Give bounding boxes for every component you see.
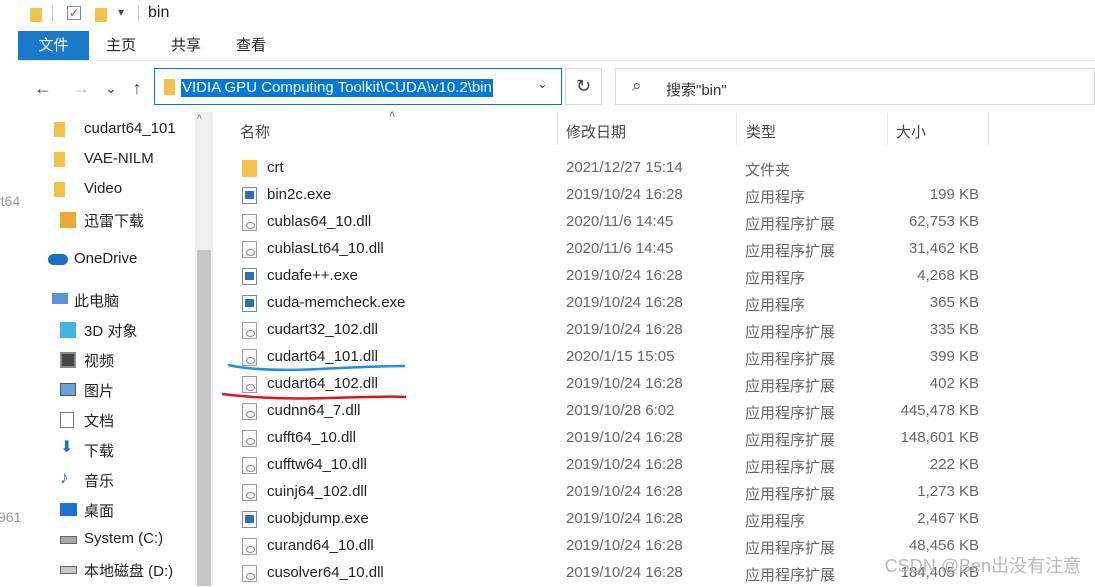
blue-underline-annotation	[227, 363, 406, 372]
red-underline-annotation	[221, 392, 407, 400]
watermark-text: CSDN @Ben出没有注意	[884, 556, 1081, 576]
annotation-layer	[221, 363, 407, 400]
